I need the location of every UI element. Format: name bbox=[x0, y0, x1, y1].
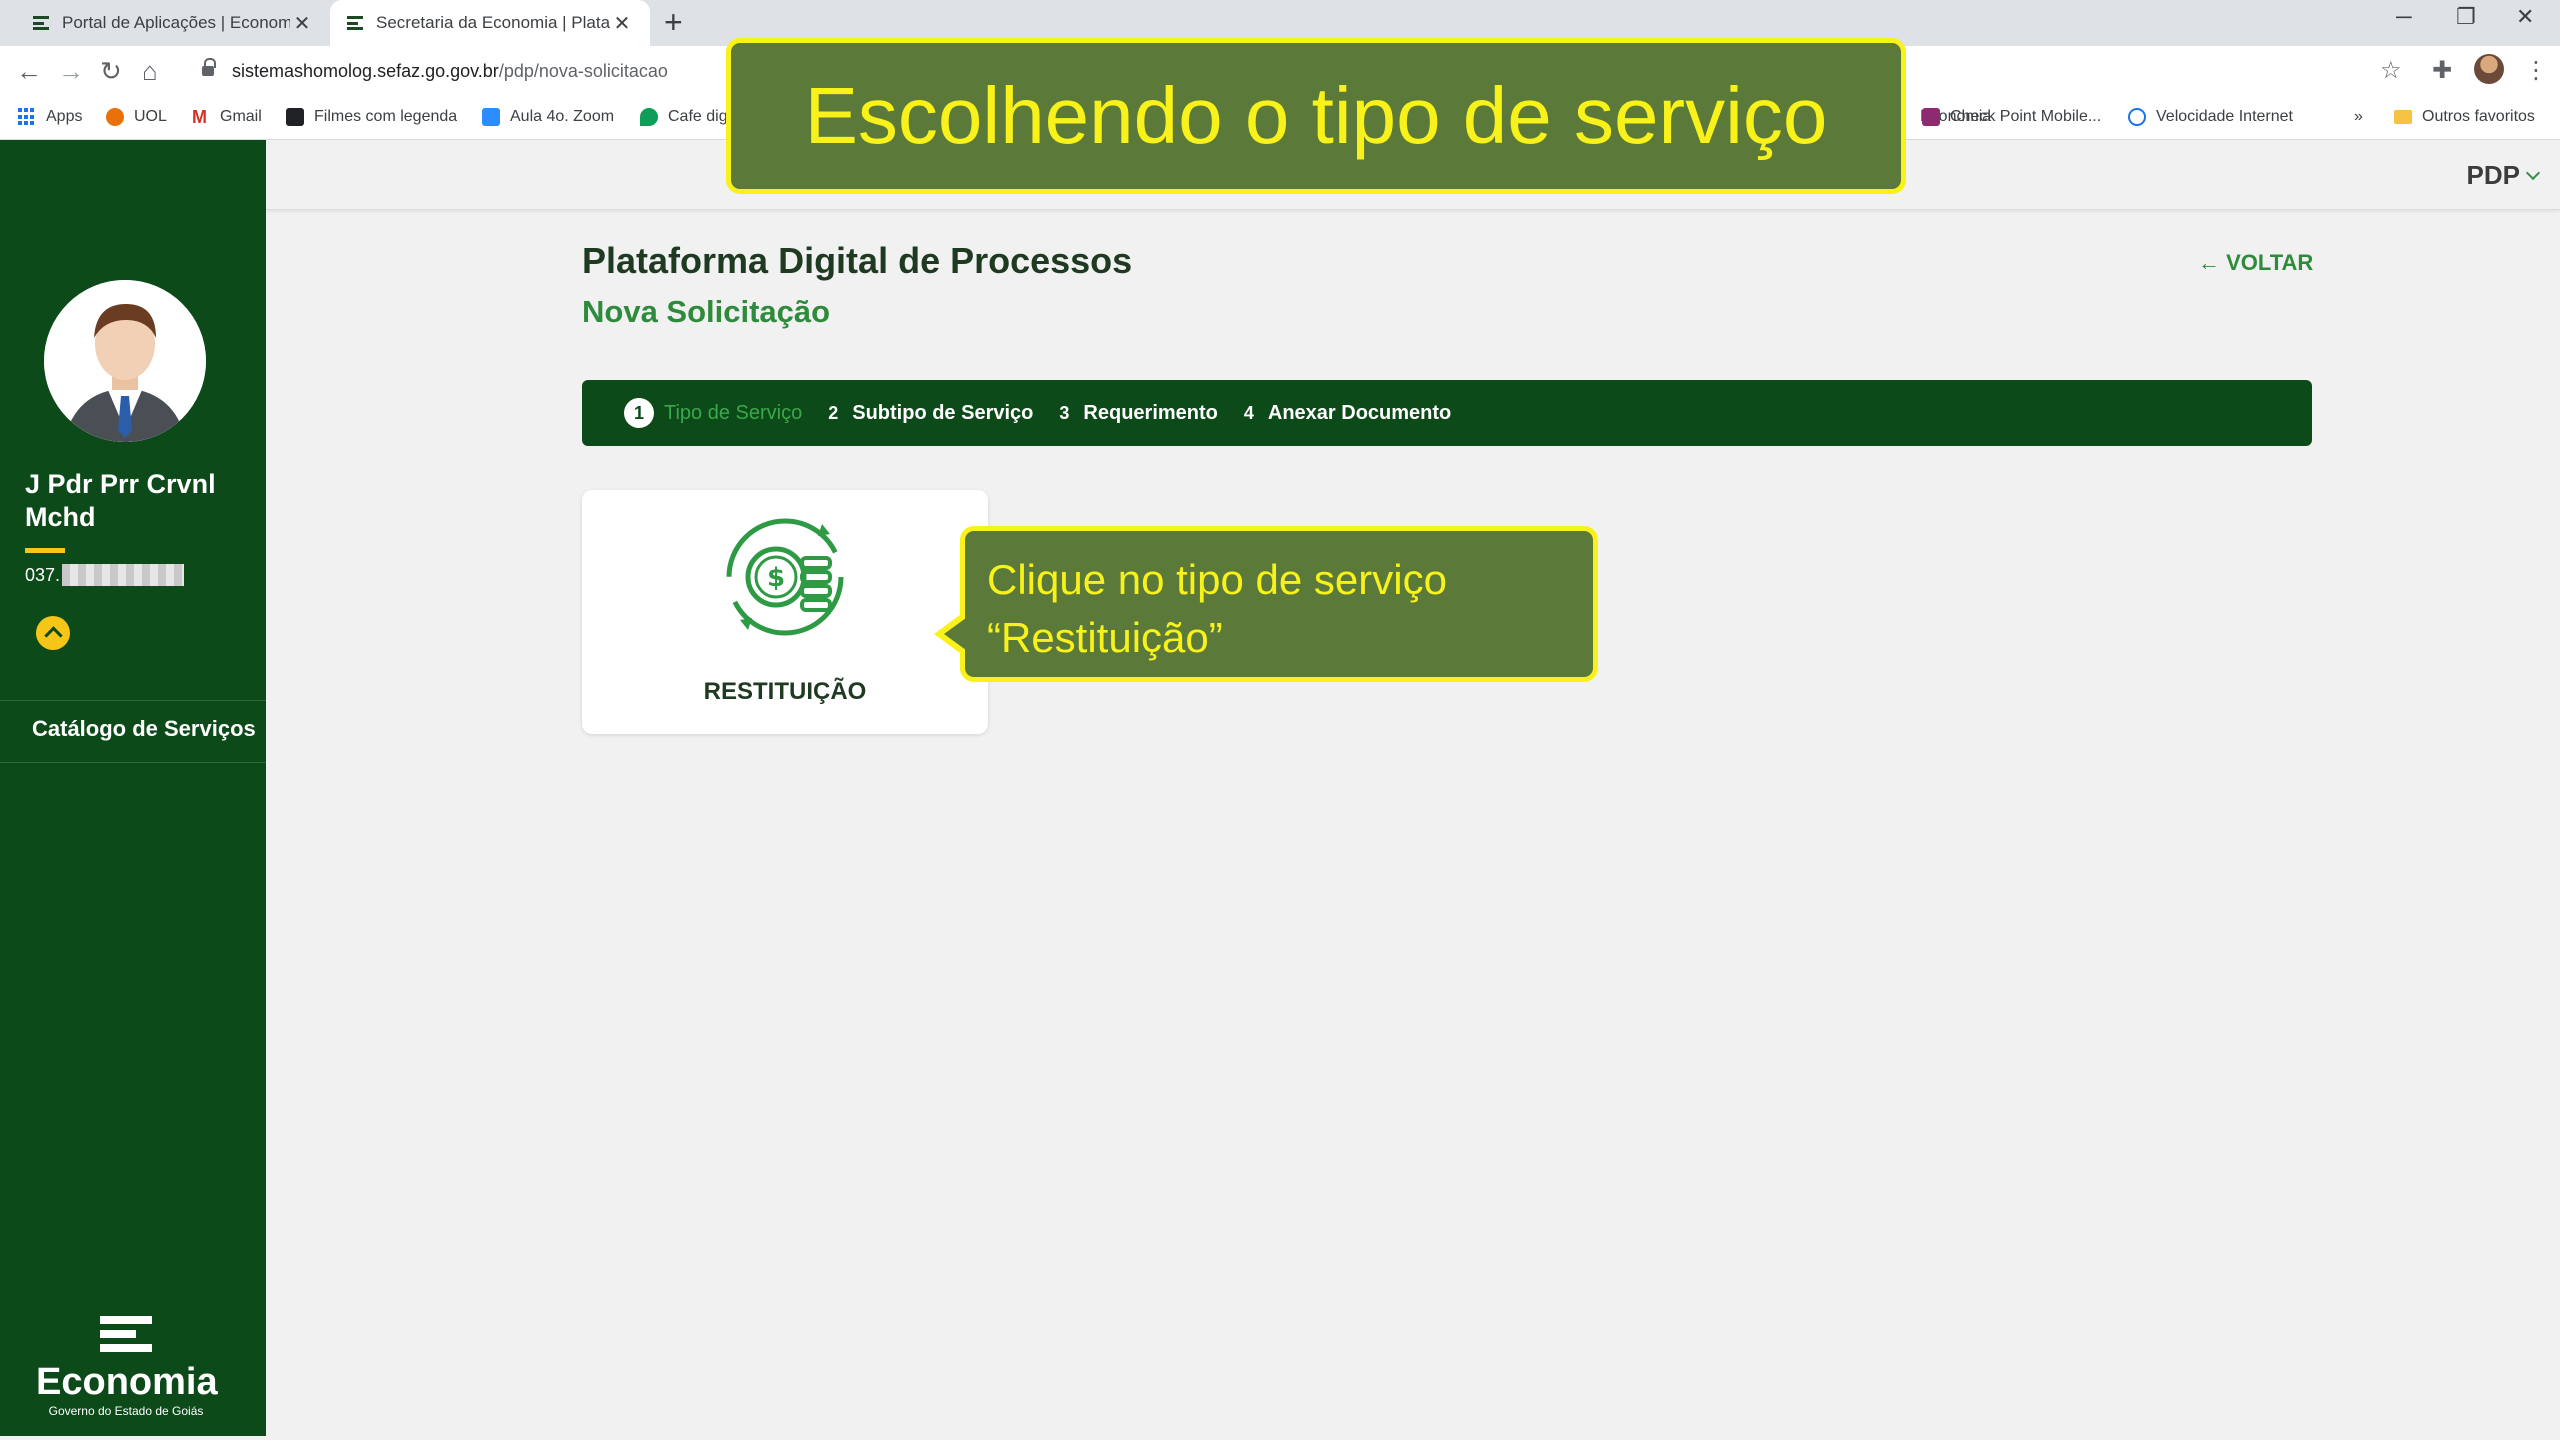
bookmark-zoom[interactable]: Aula 4o. Zoom bbox=[482, 108, 614, 126]
callout-line-2: “Restituição” bbox=[987, 614, 1223, 661]
economia-logo-icon bbox=[100, 1316, 152, 1352]
step-tipo-servico: 1 Tipo de Serviço bbox=[624, 398, 802, 428]
bookmark-gmail[interactable]: M Gmail bbox=[192, 108, 262, 126]
chevron-down-icon bbox=[2525, 165, 2541, 181]
name-underline bbox=[25, 548, 65, 553]
bookmark-label: Apps bbox=[46, 108, 83, 125]
bookmark-label: Velocidade Internet bbox=[2156, 108, 2293, 125]
economia-favicon-icon bbox=[346, 14, 364, 32]
profile-avatar[interactable] bbox=[2474, 54, 2504, 84]
url-path: /pdp/nova-solicitacao bbox=[498, 60, 668, 81]
bookmark-filmes[interactable]: Filmes com legenda bbox=[286, 108, 457, 126]
url-host: sistemashomolog.sefaz.go.gov.br bbox=[232, 60, 499, 81]
bookmark-label: Check Point Mobile... bbox=[1950, 108, 2102, 125]
service-label: RESTITUIÇÃO bbox=[703, 678, 867, 705]
step-number: 4 bbox=[1243, 402, 1254, 423]
step-subtipo-servico: 2 Subtipo de Serviço bbox=[828, 398, 1033, 428]
user-avatar-icon bbox=[44, 280, 206, 442]
economia-logo: Economia Governo do Estado de Goiás bbox=[36, 1316, 218, 1418]
economia-favicon-icon bbox=[32, 14, 50, 32]
avatar bbox=[44, 280, 206, 442]
menu-kebab-icon[interactable]: ⋮ bbox=[2524, 56, 2548, 85]
bookmark-uol[interactable]: UOL bbox=[106, 108, 167, 126]
tab-title: Portal de Aplicações | Economia bbox=[62, 13, 290, 32]
close-icon[interactable]: ✕ bbox=[290, 11, 314, 36]
svg-text:$: $ bbox=[767, 563, 785, 593]
apps-grid-icon bbox=[18, 108, 36, 126]
user-id: 037. bbox=[25, 564, 185, 586]
folder-icon bbox=[2394, 110, 2412, 124]
tutorial-banner: Escolhendo o tipo de serviço bbox=[726, 38, 1906, 194]
minimize-icon[interactable]: ─ bbox=[2396, 4, 2412, 30]
step-number: 1 bbox=[624, 398, 654, 428]
step-label: Subtipo de Serviço bbox=[852, 401, 1034, 424]
zoom-icon bbox=[482, 108, 500, 126]
gmail-icon: M bbox=[192, 107, 207, 127]
back-label: VOLTAR bbox=[2226, 250, 2314, 275]
film-icon bbox=[286, 108, 304, 126]
sidebar-divider bbox=[0, 762, 266, 763]
page-subtitle: Nova Solicitação bbox=[582, 294, 831, 329]
speedtest-icon bbox=[2128, 108, 2146, 126]
bookmark-checkpoint[interactable]: Check Point Mobile... bbox=[1922, 108, 2101, 126]
callout-line-1: Clique no tipo de serviço bbox=[987, 556, 1447, 603]
browser-tab-secretaria[interactable]: Secretaria da Economia | Platafor ✕ bbox=[330, 0, 650, 46]
page-title: Plataforma Digital de Processos bbox=[582, 240, 1133, 281]
lock-icon bbox=[202, 58, 216, 78]
redacted-id-mask bbox=[62, 564, 185, 586]
pdp-menu-label: PDP bbox=[2466, 160, 2520, 190]
browser-tab-portal[interactable]: Portal de Aplicações | Economia ✕ bbox=[16, 0, 330, 46]
new-tab-button[interactable]: + bbox=[664, 6, 683, 38]
uol-icon bbox=[106, 108, 124, 126]
stepper: 1 Tipo de Serviço 2 Subtipo de Serviço 3… bbox=[582, 380, 2312, 446]
step-label: Requerimento bbox=[1083, 401, 1218, 424]
collapse-profile-button[interactable] bbox=[36, 616, 70, 650]
reload-icon[interactable]: ↻ bbox=[100, 56, 122, 86]
pdp-menu-dropdown[interactable]: PDP bbox=[2466, 160, 2541, 191]
other-bookmarks[interactable]: Outros favoritos bbox=[2394, 108, 2535, 126]
step-label: Tipo de Serviço bbox=[664, 401, 803, 424]
step-anexar-documento: 4 Anexar Documento bbox=[1244, 398, 1451, 428]
step-number: 2 bbox=[828, 402, 839, 423]
bookmark-star-icon[interactable]: ☆ bbox=[2380, 56, 2402, 85]
bookmark-velocidade[interactable]: Velocidade Internet bbox=[2128, 108, 2293, 126]
bookmark-label: Outros favoritos bbox=[2422, 108, 2535, 125]
tab-title: Secretaria da Economia | Platafor bbox=[376, 13, 610, 32]
forward-arrow-icon[interactable]: → bbox=[58, 56, 84, 86]
service-card-restituicao[interactable]: $ RESTITUIÇÃO bbox=[582, 490, 988, 734]
map-pin-icon bbox=[640, 108, 658, 126]
step-label: Anexar Documento bbox=[1267, 401, 1452, 424]
sidebar: J Pdr Prr Crvnl Mchd 037. Catálogo de Se… bbox=[0, 140, 266, 1436]
sidebar-divider bbox=[0, 700, 266, 701]
step-number: 3 bbox=[1059, 402, 1070, 423]
bookmark-label: UOL bbox=[134, 108, 167, 125]
home-icon[interactable]: ⌂ bbox=[142, 56, 158, 86]
user-id-prefix: 037. bbox=[25, 564, 61, 585]
back-button[interactable]: ← VOLTAR bbox=[2198, 250, 2313, 276]
tutorial-callout: Clique no tipo de serviço “Restituição” bbox=[960, 526, 1598, 682]
coins-refund-icon: $ bbox=[726, 518, 844, 636]
bookmark-label: Aula 4o. Zoom bbox=[510, 108, 615, 125]
checkpoint-icon bbox=[1922, 108, 1940, 126]
close-icon[interactable]: ✕ bbox=[610, 11, 634, 36]
restore-icon[interactable]: ❐ bbox=[2456, 4, 2476, 30]
bookmark-label: Filmes com legenda bbox=[314, 108, 458, 125]
sidebar-item-catalogo[interactable]: Catálogo de Serviços bbox=[32, 716, 256, 742]
step-requerimento: 3 Requerimento bbox=[1059, 398, 1217, 428]
arrow-left-icon: ← bbox=[2198, 250, 2227, 275]
bookmark-apps[interactable]: Apps bbox=[18, 108, 82, 126]
extensions-puzzle-icon[interactable]: ✚ bbox=[2432, 56, 2452, 85]
logo-subtitle: Governo do Estado de Goiás bbox=[48, 1404, 204, 1418]
user-name: J Pdr Prr Crvnl Mchd bbox=[25, 469, 216, 532]
logo-word: Economia bbox=[36, 1361, 218, 1403]
window-close-icon[interactable]: ✕ bbox=[2516, 4, 2534, 30]
bookmark-label: Gmail bbox=[220, 108, 262, 125]
callout-pointer-fill bbox=[944, 618, 966, 650]
bookmarks-overflow-button[interactable]: » bbox=[2354, 108, 2363, 126]
back-arrow-icon[interactable]: ← bbox=[16, 56, 42, 86]
